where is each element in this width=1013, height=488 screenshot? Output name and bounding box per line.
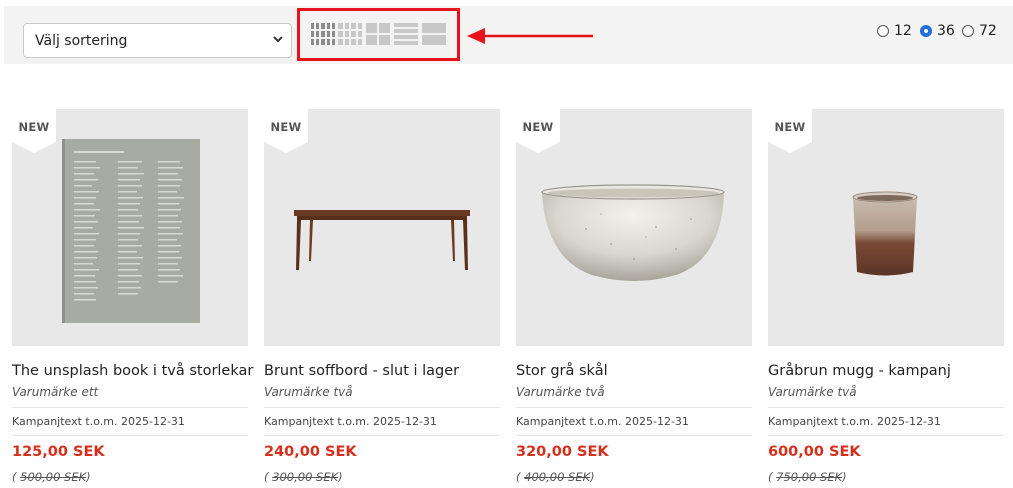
- new-badge-label: NEW: [522, 120, 554, 134]
- annotation-arrow-icon: [467, 28, 593, 44]
- radio-72[interactable]: [962, 25, 974, 37]
- old-price-value: 500,00 SEK: [20, 470, 87, 484]
- radio-12[interactable]: [877, 25, 889, 37]
- per-page-label-36: 36: [937, 23, 955, 39]
- large-list-view-icon[interactable]: [422, 23, 446, 45]
- product-image[interactable]: NEW: [264, 109, 500, 346]
- product-brand: Varumärke två: [264, 385, 353, 399]
- product-price: 125,00 SEK: [12, 444, 105, 460]
- per-page-label-72: 72: [979, 23, 997, 39]
- product-brand: Varumärke två: [768, 385, 857, 399]
- old-price-value: 300,00 SEK: [272, 470, 339, 484]
- old-price: ( 500,00 SEK): [12, 470, 91, 484]
- divider: [12, 407, 248, 408]
- grid-2-columns-icon[interactable]: [366, 23, 390, 45]
- old-price-value: 750,00 SEK: [776, 470, 843, 484]
- new-badge-label: NEW: [18, 120, 50, 134]
- product-name[interactable]: Stor grå skål: [516, 363, 608, 379]
- divider: [264, 407, 500, 408]
- product-card[interactable]: NEW Brunt soffbord - slut i lager Varumä…: [264, 109, 500, 484]
- product-price: 240,00 SEK: [264, 444, 357, 460]
- old-price: ( 400,00 SEK): [516, 470, 595, 484]
- product-name[interactable]: Gråbrun mugg - kampanj: [768, 363, 951, 379]
- radio-36[interactable]: [920, 25, 932, 37]
- chevron-down-icon: [273, 36, 283, 43]
- campaign-text: Kampanjtext t.o.m. 2025-12-31: [768, 415, 941, 428]
- old-price: ( 750,00 SEK): [768, 470, 847, 484]
- product-image[interactable]: NEW: [768, 109, 1004, 346]
- campaign-text: Kampanjtext t.o.m. 2025-12-31: [516, 415, 689, 428]
- divider: [768, 407, 1004, 408]
- product-brand: Varumärke ett: [12, 385, 99, 399]
- product-name[interactable]: Brunt soffbord - slut i lager: [264, 363, 459, 379]
- product-name[interactable]: The unsplash book i två storlekar: [12, 363, 253, 379]
- divider: [516, 407, 752, 408]
- per-page-option-72[interactable]: 72: [962, 21, 997, 41]
- product-image[interactable]: NEW: [516, 109, 752, 346]
- product-brand: Varumärke två: [516, 385, 605, 399]
- product-price: 320,00 SEK: [516, 444, 609, 460]
- product-price: 600,00 SEK: [768, 444, 861, 460]
- sort-select[interactable]: Välj sortering: [23, 23, 292, 58]
- campaign-text: Kampanjtext t.o.m. 2025-12-31: [264, 415, 437, 428]
- per-page-label-12: 12: [894, 23, 912, 39]
- old-price-value: 400,00 SEK: [524, 470, 591, 484]
- campaign-text: Kampanjtext t.o.m. 2025-12-31: [12, 415, 185, 428]
- divider: [264, 435, 500, 436]
- product-card[interactable]: NEW The unsplash book i två storlekar Va…: [12, 109, 253, 484]
- product-image[interactable]: NEW: [12, 109, 248, 346]
- sort-select-label: Välj sortering: [35, 33, 128, 49]
- per-page-option-36[interactable]: 36: [920, 21, 955, 41]
- list-view-icon[interactable]: [394, 23, 418, 45]
- divider: [768, 435, 1004, 436]
- grid-5-columns-icon[interactable]: [311, 23, 335, 45]
- old-price: ( 300,00 SEK): [264, 470, 343, 484]
- new-badge-label: NEW: [774, 120, 806, 134]
- new-badge-label: NEW: [270, 120, 302, 134]
- divider: [516, 435, 752, 436]
- divider: [12, 435, 248, 436]
- per-page-option-12[interactable]: 12: [877, 21, 912, 41]
- grid-4-columns-icon[interactable]: [338, 23, 362, 45]
- product-card[interactable]: NEW Stor grå skål Varumärke två Kampanjt…: [516, 109, 752, 484]
- product-card[interactable]: NEW Gråbrun mugg - kampanj Varumärke två…: [768, 109, 1004, 484]
